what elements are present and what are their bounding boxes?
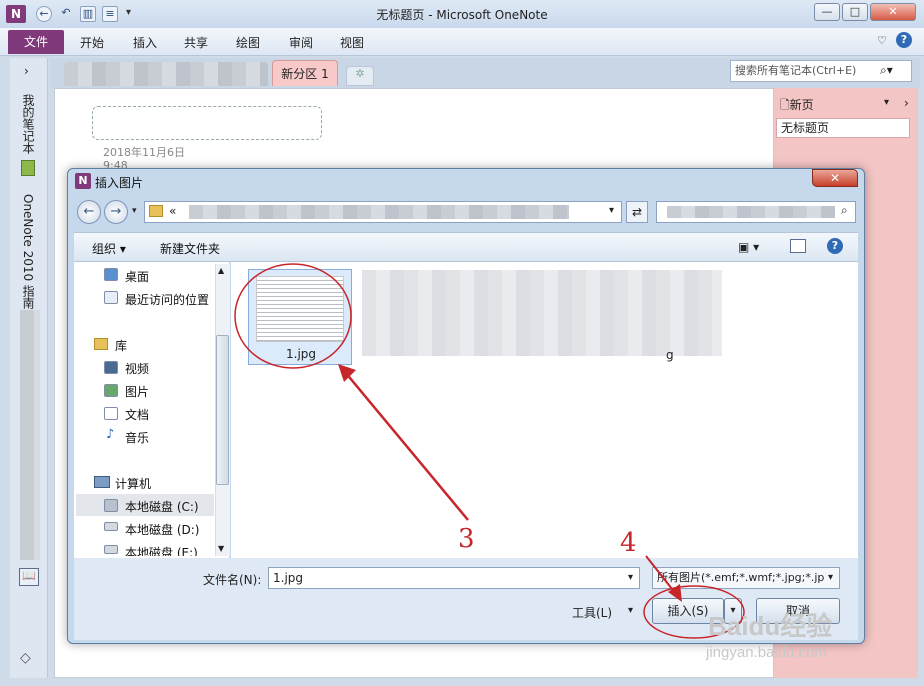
watermark-brand: Baidu经验 <box>708 611 833 641</box>
annotation-step-4: 4 <box>620 528 637 558</box>
watermark-url: jingyan.baidu.com <box>706 644 827 661</box>
annotation-circle-file <box>234 263 352 369</box>
annotation-overlay <box>234 263 745 639</box>
annotation-arrow-4 <box>645 555 677 595</box>
annotation-arrow-3 <box>344 371 469 521</box>
annotation-arrowhead-3 <box>338 364 356 382</box>
annotation-step-3: 3 <box>458 524 475 554</box>
